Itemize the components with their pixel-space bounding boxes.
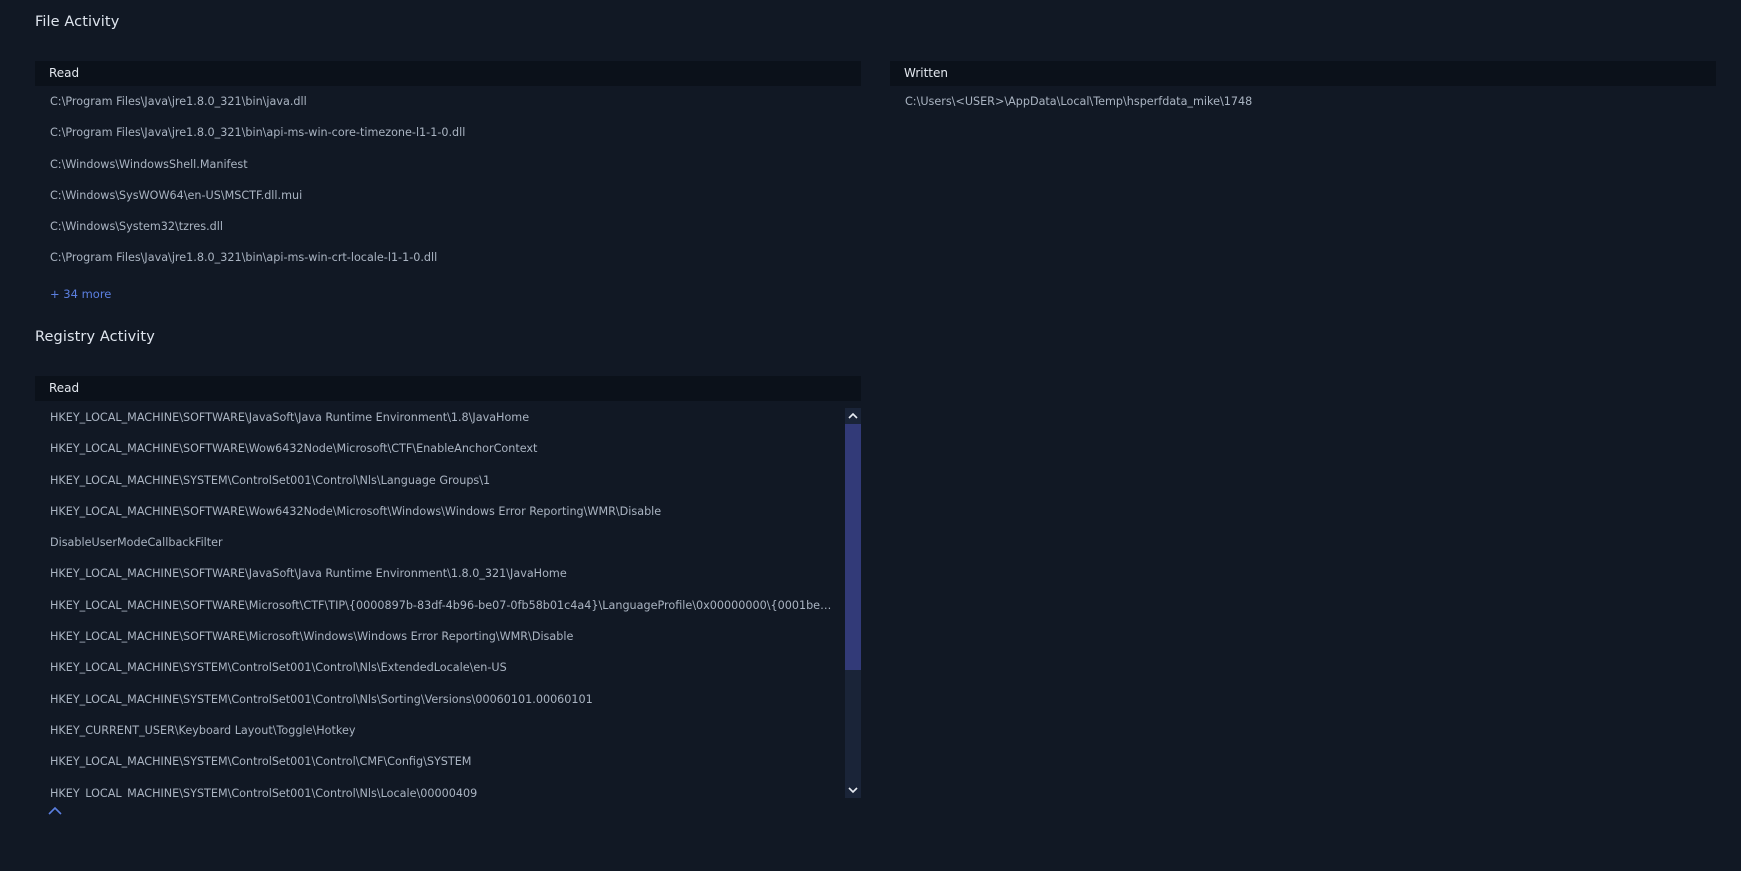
registry-read-row: HKEY_LOCAL_MACHINE\SYSTEM\ControlSet001\…: [50, 786, 478, 798]
registry-activity-title: Registry Activity: [35, 329, 155, 345]
file-read-row: C:\Program Files\Java\jre1.8.0_321\bin\a…: [50, 251, 438, 265]
file-activity-title: File Activity: [35, 14, 120, 30]
registry-read-header: Read: [35, 376, 861, 401]
scrollbar-thumb[interactable]: [845, 424, 861, 670]
registry-read-row: HKEY_LOCAL_MACHINE\SYSTEM\ControlSet001\…: [50, 473, 491, 487]
registry-read-row: HKEY_LOCAL_MACHINE\SYSTEM\ControlSet001\…: [50, 755, 472, 769]
registry-read-list[interactable]: HKEY_LOCAL_MACHINE\SOFTWARE\JavaSoft\Jav…: [35, 402, 861, 798]
registry-scrollbar[interactable]: [845, 408, 861, 798]
file-read-row: C:\Windows\SysWOW64\en-US\MSCTF.dll.mui: [50, 188, 303, 202]
file-written-header: Written: [890, 61, 1716, 86]
registry-read-row: HKEY_LOCAL_MACHINE\SOFTWARE\Wow6432Node\…: [50, 442, 538, 456]
file-read-row: C:\Program Files\Java\jre1.8.0_321\bin\j…: [50, 95, 307, 108]
file-read-row: C:\Windows\WindowsShell.Manifest: [50, 157, 248, 171]
chevron-down-icon[interactable]: [845, 782, 861, 798]
file-written-panel: Written C:\Users\<USER>\AppData\Local\Te…: [890, 61, 1716, 117]
registry-read-row: HKEY_LOCAL_MACHINE\SOFTWARE\JavaSoft\Jav…: [50, 411, 530, 424]
registry-read-panel: Read: [35, 376, 861, 401]
registry-read-row: HKEY_LOCAL_MACHINE\SOFTWARE\JavaSoft\Jav…: [50, 567, 567, 581]
show-more-link[interactable]: + 34 more: [50, 287, 111, 301]
registry-read-row: DisableUserModeCallbackFilter: [50, 536, 223, 550]
registry-read-row: HKEY_CURRENT_USER\Keyboard Layout\Toggle…: [50, 723, 356, 737]
registry-read-row: HKEY_LOCAL_MACHINE\SOFTWARE\Microsoft\Wi…: [50, 630, 574, 644]
file-read-row: C:\Program Files\Java\jre1.8.0_321\bin\a…: [50, 126, 466, 140]
file-read-panel: Read C:\Program Files\Java\jre1.8.0_321\…: [35, 61, 861, 274]
registry-read-row: HKEY_LOCAL_MACHINE\SOFTWARE\Wow6432Node\…: [50, 504, 662, 518]
file-written-row: C:\Users\<USER>\AppData\Local\Temp\hsper…: [905, 95, 1253, 108]
file-read-header: Read: [35, 61, 861, 86]
file-read-row: C:\Windows\System32\tzres.dll: [50, 220, 223, 234]
registry-read-row: HKEY_LOCAL_MACHINE\SYSTEM\ControlSet001\…: [50, 692, 593, 706]
registry-read-row: HKEY_LOCAL_MACHINE\SOFTWARE\Microsoft\CT…: [50, 598, 861, 612]
chevron-up-icon[interactable]: [845, 408, 861, 424]
registry-read-row: HKEY_LOCAL_MACHINE\SYSTEM\ControlSet001\…: [50, 661, 507, 675]
collapse-chevron-up-icon[interactable]: [47, 803, 63, 817]
